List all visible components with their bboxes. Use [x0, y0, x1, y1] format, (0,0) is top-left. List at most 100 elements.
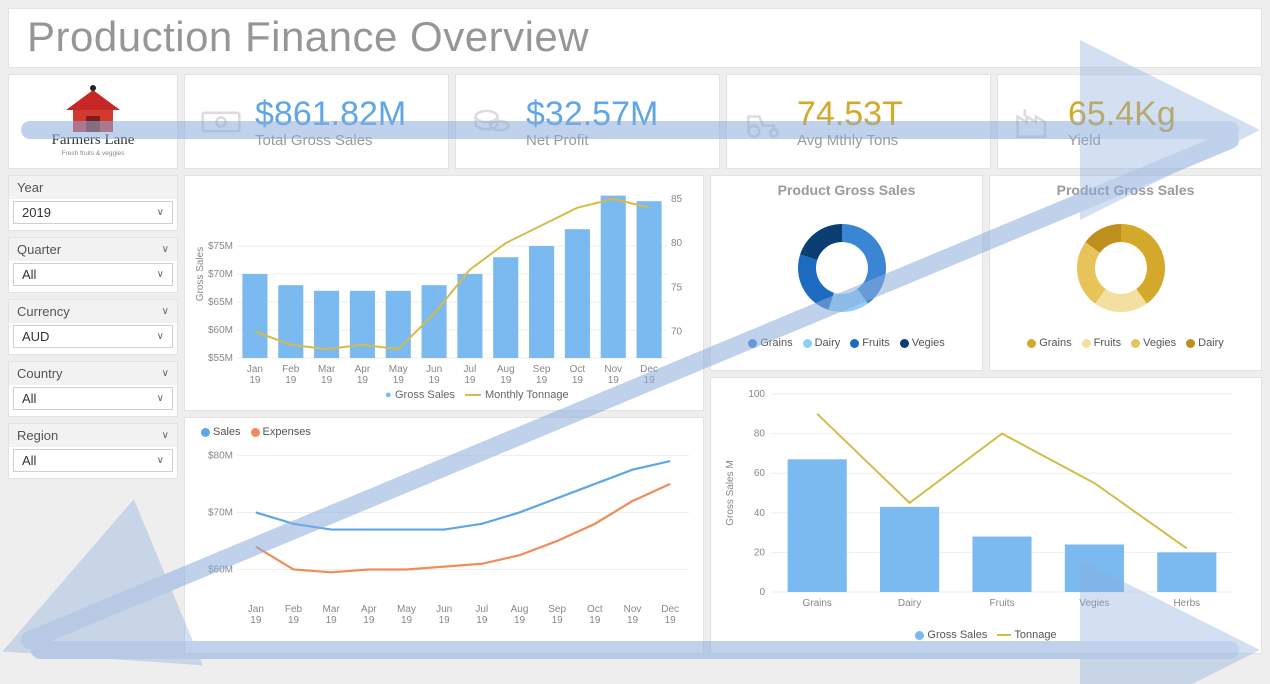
chevron-down-icon: ∨	[162, 368, 169, 379]
chevron-down-icon: ∨	[157, 455, 164, 466]
main: $861.82M Total Gross Sales $32.57M Net P…	[184, 74, 1262, 654]
brand-name: Farmers Lane	[52, 132, 135, 148]
svg-text:Herbs: Herbs	[1173, 598, 1200, 609]
svg-text:19: 19	[627, 615, 639, 626]
svg-text:19: 19	[589, 615, 601, 626]
svg-text:Jul: Jul	[464, 364, 477, 375]
kpi-avg-tons: 74.53T Avg Mthly Tons	[726, 74, 991, 169]
svg-text:Gross Sales M: Gross Sales M	[725, 460, 736, 526]
svg-text:Dairy: Dairy	[898, 598, 921, 609]
legend-item: Grains	[1027, 337, 1071, 349]
svg-text:19: 19	[439, 615, 451, 626]
svg-text:$70M: $70M	[208, 269, 233, 280]
svg-text:Nov: Nov	[604, 364, 622, 375]
svg-text:Gross Sales: Gross Sales	[195, 247, 206, 301]
kpi-yield: 65.4Kg Yield	[997, 74, 1262, 169]
region-select[interactable]: All ∨	[13, 449, 173, 472]
svg-text:Oct: Oct	[587, 604, 603, 615]
svg-text:80: 80	[671, 238, 683, 249]
currency-select[interactable]: AUD ∨	[13, 325, 173, 348]
svg-text:Feb: Feb	[282, 364, 300, 375]
monthly-combo-chart: $55M $60M $65M $70M $75M 70 75 80 85 Gross Sales J…	[184, 175, 704, 411]
svg-text:May: May	[397, 604, 416, 615]
money-icon	[199, 100, 243, 144]
chevron-down-icon: ∨	[157, 331, 164, 342]
svg-text:19: 19	[249, 375, 261, 386]
quarter-select[interactable]: All ∨	[13, 263, 173, 286]
filter-region: Region∨ All ∨	[8, 423, 178, 479]
svg-text:60: 60	[754, 468, 766, 479]
legend-item: Fruits	[1082, 337, 1122, 349]
page-title: Production Finance Overview	[27, 13, 1243, 61]
svg-text:19: 19	[500, 375, 512, 386]
svg-text:19: 19	[536, 375, 548, 386]
svg-text:19: 19	[608, 375, 620, 386]
svg-text:20: 20	[754, 547, 766, 558]
svg-text:Sep: Sep	[548, 604, 566, 615]
tractor-icon	[741, 100, 785, 144]
svg-text:85: 85	[671, 194, 683, 205]
legend-item: Vegies	[1131, 337, 1176, 349]
svg-text:Sep: Sep	[533, 364, 551, 375]
sidebar: Farmers Lane Fresh fruits & veggies Year…	[8, 74, 178, 654]
svg-text:19: 19	[285, 375, 297, 386]
svg-text:19: 19	[665, 615, 677, 626]
country-select[interactable]: All ∨	[13, 387, 173, 410]
kpi-gross-sales: $861.82M Total Gross Sales	[184, 74, 449, 169]
svg-text:Grains: Grains	[802, 598, 831, 609]
svg-text:19: 19	[250, 615, 262, 626]
svg-text:Dec: Dec	[640, 364, 658, 375]
svg-text:Jan: Jan	[247, 364, 263, 375]
svg-text:●: ●	[385, 389, 392, 401]
svg-text:May: May	[389, 364, 408, 375]
svg-text:19: 19	[429, 375, 441, 386]
page-title-bar: Production Finance Overview	[8, 8, 1262, 68]
svg-text:19: 19	[393, 375, 405, 386]
svg-text:Jul: Jul	[475, 604, 488, 615]
chevron-down-icon: ∨	[162, 430, 169, 441]
chevron-down-icon: ∨	[157, 269, 164, 280]
filter-year: Year 2019 ∨	[8, 175, 178, 231]
svg-text:40: 40	[754, 508, 766, 519]
chevron-down-icon: ∨	[162, 244, 169, 255]
svg-text:19: 19	[326, 615, 338, 626]
svg-text:19: 19	[401, 615, 413, 626]
svg-text:Oct: Oct	[570, 364, 586, 375]
svg-text:Apr: Apr	[355, 364, 371, 375]
donut-blue-chart: Product Gross Sales GrainsDairyFruitsVeg…	[710, 175, 983, 371]
factory-icon	[1012, 100, 1056, 144]
product-bar-chart: 020406080100Gross Sales MGrainsDairyFrui…	[710, 377, 1262, 654]
svg-text:Gross Sales: Gross Sales	[395, 389, 455, 401]
svg-text:75: 75	[671, 282, 683, 293]
svg-text:$80M: $80M	[208, 450, 233, 461]
svg-text:$75M: $75M	[208, 241, 233, 252]
svg-text:Feb: Feb	[285, 604, 303, 615]
chevron-down-icon: ∨	[157, 207, 164, 218]
svg-text:Apr: Apr	[361, 604, 377, 615]
svg-text:19: 19	[321, 375, 333, 386]
svg-text:80: 80	[754, 429, 766, 440]
svg-text:Jan: Jan	[248, 604, 264, 615]
svg-text:Mar: Mar	[318, 364, 336, 375]
svg-text:70: 70	[671, 326, 683, 337]
filter-currency: Currency∨ AUD ∨	[8, 299, 178, 355]
svg-text:Aug: Aug	[497, 364, 515, 375]
legend-item: Dairy	[1186, 337, 1224, 349]
brand-tagline: Fresh fruits & veggies	[62, 150, 126, 157]
svg-text:$55M: $55M	[208, 353, 233, 364]
coins-icon	[470, 100, 514, 144]
svg-text:Monthly Tonnage: Monthly Tonnage	[485, 389, 569, 401]
svg-text:$60M: $60M	[208, 325, 233, 336]
svg-text:19: 19	[514, 615, 526, 626]
chevron-down-icon: ∨	[157, 393, 164, 404]
legend-item: Grains	[748, 337, 792, 349]
filter-quarter: Quarter∨ All ∨	[8, 237, 178, 293]
brand-logo: Farmers Lane Fresh fruits & veggies	[8, 74, 178, 169]
legend-item: Dairy	[803, 337, 841, 349]
svg-text:19: 19	[357, 375, 369, 386]
year-select[interactable]: 2019 ∨	[13, 201, 173, 224]
legend-item: Fruits	[850, 337, 890, 349]
svg-text:$65M: $65M	[208, 297, 233, 308]
svg-text:19: 19	[572, 375, 584, 386]
sales-expenses-chart: Sales Expenses $60M$70M$80MJan19Feb19Mar…	[184, 417, 704, 654]
